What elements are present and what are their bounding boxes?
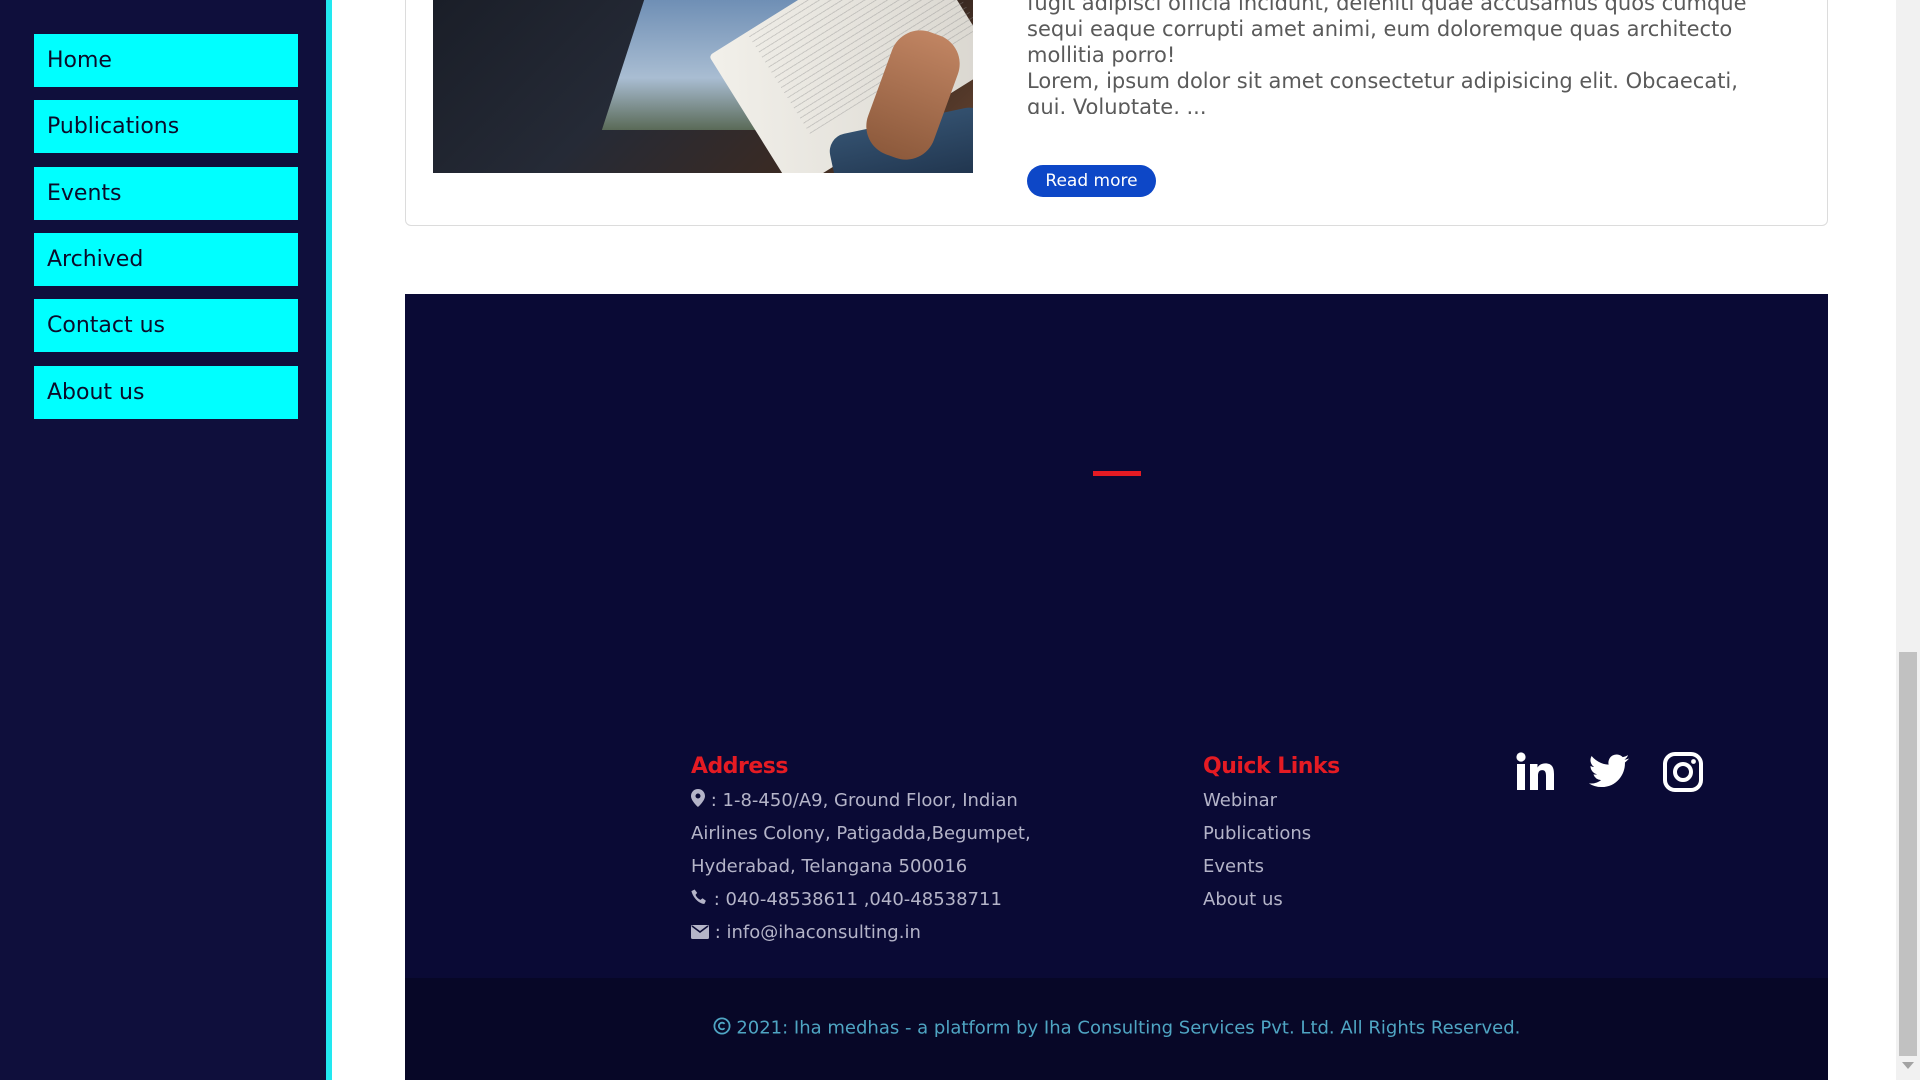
- phone-icon: [691, 884, 708, 917]
- excerpt-line: fugit adipisci officia incidunt, delenit…: [1027, 0, 1747, 15]
- publication-excerpt: fugit adipisci officia incidunt, delenit…: [1027, 0, 1787, 114]
- footer: Address : 1-8-450/A9, Ground Floor, Indi…: [405, 294, 1828, 1080]
- sidebar-item-events[interactable]: Events: [34, 167, 298, 220]
- publication-image: [433, 0, 973, 173]
- sidebar-item-contact-us[interactable]: Contact us: [34, 299, 298, 352]
- email-line: : info@ihaconsulting.in: [691, 916, 921, 950]
- copyright-label: 2021: Iha medhas - a platform by Iha Con…: [736, 1017, 1521, 1039]
- map-marker-icon: [691, 785, 705, 818]
- address-line-2: Airlines Colony, Patigadda,Begumpet,: [691, 823, 1031, 844]
- excerpt-line: sequi eaque corrupti amet animi, eum dol…: [1027, 17, 1733, 41]
- excerpt-line: mollitia porro!: [1027, 43, 1176, 67]
- quick-link-about-us[interactable]: About us: [1203, 889, 1283, 910]
- linkedin-icon[interactable]: [1514, 750, 1558, 794]
- copyright-bar: 2021: Iha medhas - a platform by Iha Con…: [405, 978, 1828, 1080]
- sidebar-item-publications[interactable]: Publications: [34, 100, 298, 153]
- address-title: Address: [691, 754, 788, 779]
- envelope-icon: [691, 917, 709, 950]
- excerpt-line: Lorem, ipsum dolor sit amet consectetur …: [1027, 69, 1738, 93]
- sidebar: Home Publications Events Archived Contac…: [0, 0, 332, 1080]
- scrollbar-thumb[interactable]: [1899, 652, 1917, 1056]
- scroll-down-arrow-icon[interactable]: [1902, 1062, 1914, 1069]
- sidebar-item-archived[interactable]: Archived: [34, 233, 298, 286]
- twitter-icon[interactable]: [1587, 750, 1631, 794]
- phone-number: : 040-48538611 ,040-48538711: [713, 889, 1002, 910]
- address-line-3: Hyderabad, Telangana 500016: [691, 856, 968, 877]
- quick-links-title: Quick Links: [1203, 754, 1340, 779]
- quick-link-events[interactable]: Events: [1203, 856, 1264, 877]
- excerpt-line: qui. Voluptate, ...: [1027, 95, 1207, 114]
- footer-accent-line: [1093, 471, 1141, 476]
- copyright-icon: [713, 1017, 731, 1040]
- copyright-text: 2021: Iha medhas - a platform by Iha Con…: [405, 1017, 1828, 1040]
- address-line: : 1-8-450/A9, Ground Floor, Indian: [691, 784, 1018, 818]
- quick-link-publications[interactable]: Publications: [1203, 823, 1311, 844]
- read-more-button[interactable]: Read more: [1027, 165, 1156, 197]
- sidebar-item-home[interactable]: Home: [34, 34, 298, 87]
- address-line-1: : 1-8-450/A9, Ground Floor, Indian: [710, 790, 1018, 811]
- instagram-icon[interactable]: [1661, 750, 1705, 794]
- email-address[interactable]: : info@ihaconsulting.in: [715, 922, 921, 943]
- sidebar-item-about-us[interactable]: About us: [34, 366, 298, 419]
- phone-line: : 040-48538611 ,040-48538711: [691, 883, 1002, 917]
- quick-link-webinar[interactable]: Webinar: [1203, 790, 1277, 811]
